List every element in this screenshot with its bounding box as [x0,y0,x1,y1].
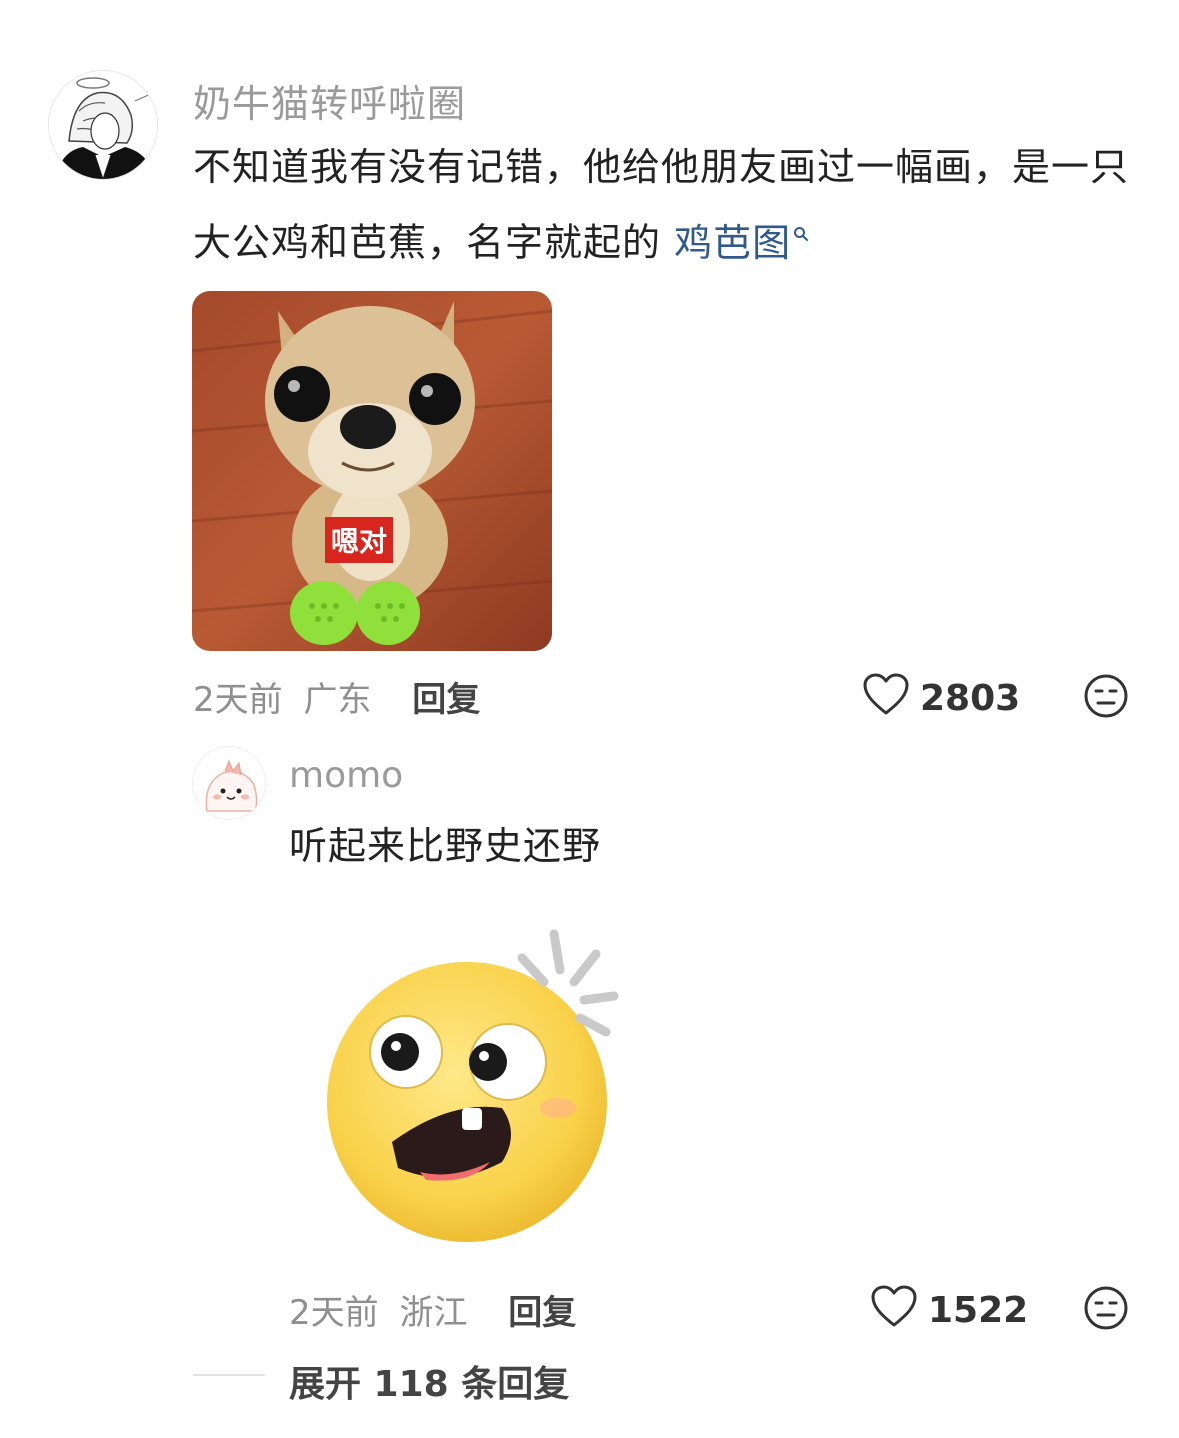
reply-dislike-button[interactable] [1083,1285,1129,1335]
search-icon [793,198,809,260]
reply-text: 听起来比野史还野 [289,824,602,868]
comment-sticker-image[interactable]: 嗯对 [192,291,552,651]
heart-outline-icon [862,672,910,725]
reply-meta: 2天前 浙江 回复 [289,1285,576,1334]
comment-text-body: 不知道我有没有记错，他给他朋友画过一幅画，是一只大公鸡和芭蕉，名字就起的 [193,145,1130,265]
comment-text: 不知道我有没有记错，他给他朋友画过一幅画，是一只大公鸡和芭蕉，名字就起的 鸡芭图 [193,136,1133,274]
expand-divider [193,1374,265,1376]
like-button[interactable]: 2803 [862,672,1020,725]
reply-sticker-image[interactable] [322,922,632,1242]
comment-meta: 2天前 广东 回复 [193,672,480,721]
sticker-label: 嗯对 [331,525,387,558]
reply-username[interactable]: momo [289,755,403,796]
reply-avatar[interactable] [192,746,266,820]
like-count: 2803 [920,678,1021,719]
meh-face-icon [1083,1286,1129,1335]
topic-link[interactable]: 鸡芭图 [674,221,809,265]
comment-location: 广东 [303,680,372,720]
comment-username[interactable]: 奶牛猫转呼啦圈 [193,73,466,128]
expand-replies-button[interactable]: 展开 118 条回复 [289,1355,569,1407]
heart-outline-icon [870,1284,918,1337]
avatar[interactable] [48,70,158,180]
reply-location: 浙江 [399,1293,468,1333]
reply-reply-button[interactable]: 回复 [508,1293,576,1333]
meh-face-icon [1083,674,1129,723]
topic-link-label: 鸡芭图 [674,220,792,265]
reply-like-count: 1522 [928,1290,1029,1331]
dislike-button[interactable] [1083,673,1129,723]
reply-button[interactable]: 回复 [412,680,480,720]
reply-like-button[interactable]: 1522 [870,1284,1028,1337]
reply-time: 2天前 [289,1293,379,1333]
comment-time: 2天前 [193,680,283,720]
